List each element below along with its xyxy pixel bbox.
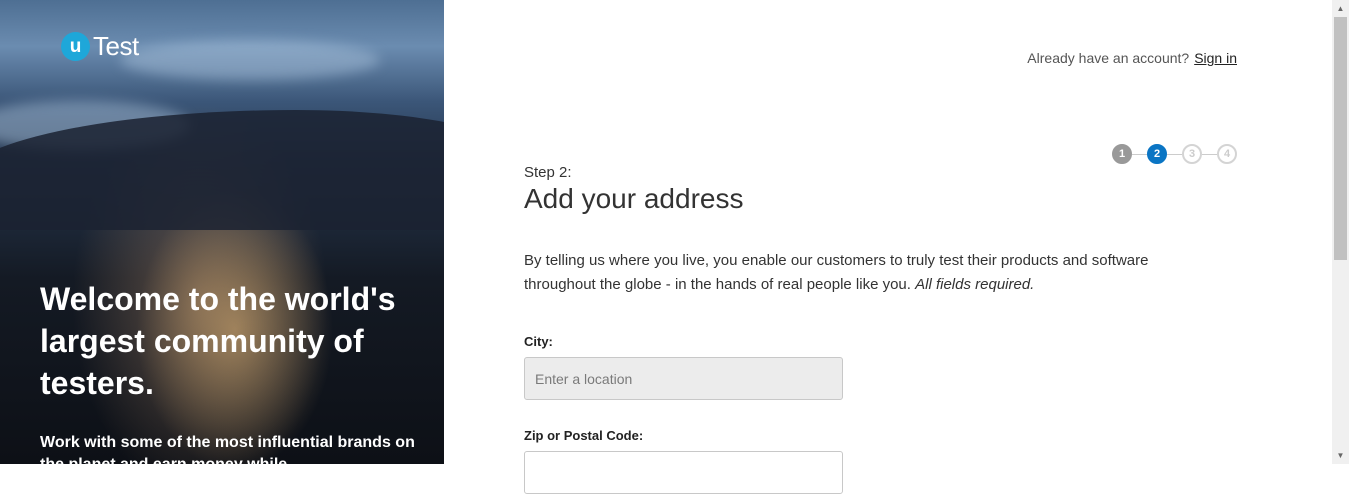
hero-background-cloud — [120, 40, 380, 80]
city-input[interactable] — [524, 357, 843, 400]
logo-mark-icon: u — [61, 31, 90, 61]
logo-text: Test — [93, 30, 139, 61]
step-4-indicator: 4 — [1217, 144, 1237, 164]
zip-label: Zip or Postal Code: — [524, 428, 644, 443]
hero-headline: Welcome to the world's largest community… — [40, 281, 396, 401]
scroll-down-arrow-icon[interactable]: ▼ — [1332, 447, 1349, 464]
fields-required-note: All fields required. — [915, 276, 1035, 293]
sign-in-link[interactable]: Sign in — [1194, 50, 1237, 66]
scroll-up-arrow-icon[interactable]: ▲ — [1332, 0, 1349, 17]
zip-input[interactable] — [524, 451, 843, 494]
window-gutter — [1349, 0, 1366, 464]
step-label: Step 2: — [524, 164, 572, 181]
page-scrollbar[interactable]: ▲ ▼ — [1332, 0, 1349, 464]
hero-panel: u Test Welcome to the world's largest co… — [0, 0, 444, 464]
scrollbar-thumb[interactable] — [1334, 17, 1347, 260]
page-title: Add your address — [524, 183, 744, 214]
utest-logo[interactable]: u Test — [61, 31, 139, 61]
step-connector — [1167, 153, 1182, 155]
intro-text: By telling us where you live, you enable… — [524, 249, 1224, 297]
signup-form-panel: Already have an account? Sign in 1 2 3 4 … — [444, 0, 1332, 494]
hero-tagline: Work with some of the most influential b… — [40, 434, 415, 464]
account-prompt: Already have an account? Sign in — [1027, 50, 1237, 66]
step-1-indicator: 1 — [1112, 144, 1132, 164]
step-3-indicator: 3 — [1182, 144, 1202, 164]
city-label: City: — [524, 334, 553, 349]
step-connector — [1132, 153, 1147, 155]
account-prompt-text: Already have an account? — [1027, 50, 1190, 66]
step-connector — [1202, 153, 1217, 155]
step-progress: 1 2 3 4 — [1112, 144, 1237, 164]
intro-body: By telling us where you live, you enable… — [524, 252, 1149, 293]
step-2-indicator: 2 — [1147, 144, 1167, 164]
